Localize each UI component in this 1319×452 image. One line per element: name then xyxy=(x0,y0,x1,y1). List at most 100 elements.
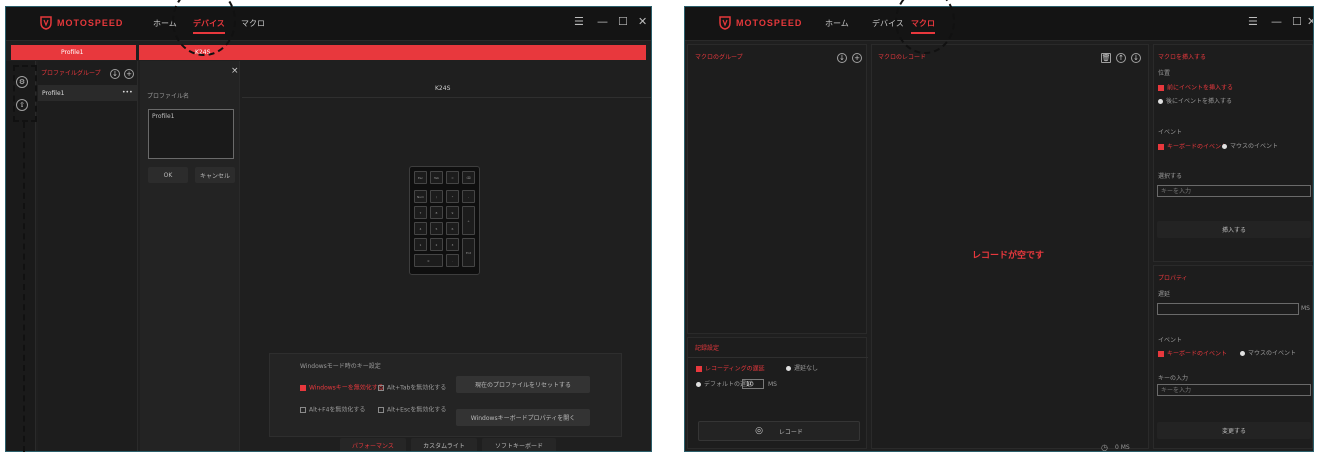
key[interactable]: 3 xyxy=(446,238,459,251)
option-alt-f4[interactable]: Alt+F4を無効化する xyxy=(300,407,365,414)
more-icon[interactable]: ••• xyxy=(122,90,133,96)
nav-home[interactable]: ホーム xyxy=(825,18,849,29)
no-delay-option[interactable]: 遅延なし xyxy=(786,366,818,372)
keyboard-event-option[interactable]: キーボードのイベント xyxy=(1158,144,1227,151)
option-alt-tab[interactable]: Alt+Tabを無効化する xyxy=(378,385,446,392)
delete-icon[interactable]: 🗑 xyxy=(1101,53,1111,63)
key-input[interactable]: キーを入力 xyxy=(1157,185,1311,197)
property-title: プロパティ xyxy=(1158,275,1188,282)
key-input-label: キーの入力 xyxy=(1158,375,1189,382)
app-logo: MOTOSPEED xyxy=(719,16,802,30)
record-delay-option[interactable]: レコーディングの遅延 xyxy=(696,366,765,373)
default-delay-input[interactable]: 10 xyxy=(742,379,764,389)
add-profile-icon[interactable]: + xyxy=(124,69,134,79)
minimize-icon[interactable]: — xyxy=(1271,16,1282,27)
radio-icon[interactable] xyxy=(1158,99,1163,104)
tab-performance[interactable]: パフォーマンス xyxy=(340,438,406,451)
key[interactable]: + xyxy=(462,206,475,235)
time-value: 0 MS xyxy=(1115,444,1130,451)
position-label: 位置 xyxy=(1158,70,1171,77)
default-delay-unit: MS xyxy=(768,381,777,388)
insert-before-option[interactable]: 前にイベントを挿入する xyxy=(1158,85,1233,92)
profile-list-item[interactable]: Profile1 ••• xyxy=(38,85,138,101)
macro-group-label: マクロのグループ xyxy=(695,54,743,61)
key[interactable]: Tab xyxy=(430,171,443,184)
delay-input[interactable] xyxy=(1157,303,1299,315)
tab-soft-keyboard[interactable]: ソフトキーボード xyxy=(482,438,556,451)
key[interactable]: 4 xyxy=(414,222,427,235)
option-alt-esc[interactable]: Alt+Escを無効化する xyxy=(378,407,446,414)
key[interactable]: 6 xyxy=(446,222,459,235)
option-windows-key[interactable]: Windowsキーを無効化する xyxy=(300,385,384,392)
property-mouse-option[interactable]: マウスのイベント xyxy=(1240,351,1296,357)
clock-icon: ◷ xyxy=(1101,443,1108,452)
key[interactable]: . xyxy=(446,254,459,267)
option-label: 後にイベントを挿入する xyxy=(1166,98,1233,105)
close-icon[interactable]: ✕ xyxy=(1307,16,1313,27)
import-icon[interactable]: ↓ xyxy=(110,69,120,79)
checkbox-icon[interactable] xyxy=(300,385,306,391)
property-keyboard-option[interactable]: キーボードのイベント xyxy=(1158,351,1227,358)
key[interactable]: 9 xyxy=(446,206,459,219)
reset-profile-button[interactable]: 現在のプロファイルをリセットする xyxy=(456,376,590,393)
ok-button[interactable]: OK xyxy=(148,167,188,183)
key[interactable]: 0 xyxy=(414,254,443,267)
insert-after-option[interactable]: 後にイベントを挿入する xyxy=(1158,99,1232,105)
key[interactable]: 1 xyxy=(414,238,427,251)
key[interactable]: Esc xyxy=(414,171,427,184)
nav-macro[interactable]: マクロ xyxy=(241,18,265,29)
option-label: キーボードのイベント xyxy=(1167,143,1228,151)
checkbox-icon[interactable] xyxy=(378,407,384,413)
app-name: MOTOSPEED xyxy=(57,18,124,28)
radio-icon[interactable] xyxy=(1222,144,1227,149)
save-button[interactable]: 変更する xyxy=(1157,422,1311,439)
import-icon[interactable]: ↓ xyxy=(1131,53,1141,63)
checkbox-icon[interactable] xyxy=(300,407,306,413)
option-label: マウスのイベント xyxy=(1230,143,1279,150)
mouse-event-option[interactable]: マウスのイベント xyxy=(1222,144,1278,150)
rename-label: プロファイル名 xyxy=(147,93,190,100)
checkbox-icon[interactable] xyxy=(1158,351,1164,357)
checkbox-icon[interactable] xyxy=(378,385,384,391)
tab-profile[interactable]: Profile1 xyxy=(11,45,136,60)
macro-group-panel: マクロのグループ ↓ + xyxy=(687,44,867,334)
record-label: マクロのレコード xyxy=(878,54,927,61)
insert-button[interactable]: 挿入する xyxy=(1157,221,1311,238)
profile-item-label: Profile1 xyxy=(42,90,65,97)
key[interactable]: 8 xyxy=(430,206,443,219)
import-icon[interactable]: ↓ xyxy=(837,53,847,63)
export-icon[interactable]: ↑ xyxy=(1116,53,1126,63)
windows-options-box: Windowsモード時のキー設定 Windowsキーを無効化する Alt+Tab… xyxy=(269,353,622,437)
add-group-icon[interactable]: + xyxy=(852,53,862,63)
rename-close-icon[interactable]: × xyxy=(231,67,239,76)
record-button[interactable]: ◎ レコード xyxy=(698,421,860,441)
key[interactable]: - xyxy=(462,190,475,203)
property-key-input[interactable]: キーを入力 xyxy=(1157,384,1311,396)
key[interactable]: = xyxy=(446,171,459,184)
key[interactable]: / xyxy=(430,190,443,203)
windows-keyboard-properties-button[interactable]: Windowsキーボードプロパティを開く xyxy=(456,409,590,426)
checkbox-icon[interactable] xyxy=(1158,144,1164,150)
key[interactable]: 7 xyxy=(414,206,427,219)
cancel-button[interactable]: キャンセル xyxy=(195,167,235,183)
key[interactable]: 5 xyxy=(430,222,443,235)
key[interactable]: 2 xyxy=(430,238,443,251)
close-icon[interactable]: ✕ xyxy=(638,16,647,27)
option-label: レコーディングの遅延 xyxy=(705,365,765,373)
minimize-icon[interactable]: — xyxy=(597,16,608,27)
maximize-icon[interactable]: ☐ xyxy=(1292,16,1302,27)
key[interactable]: Num xyxy=(414,190,427,203)
key[interactable]: ⌫ xyxy=(462,171,475,184)
menu-icon[interactable]: ☰ xyxy=(574,16,584,27)
radio-icon[interactable] xyxy=(1240,351,1245,356)
radio-icon[interactable] xyxy=(696,382,701,387)
key[interactable]: * xyxy=(446,190,459,203)
profile-name-input[interactable]: Profile1 xyxy=(148,109,234,159)
key[interactable]: Ent xyxy=(462,238,475,267)
checkbox-icon[interactable] xyxy=(696,366,702,372)
radio-icon[interactable] xyxy=(786,366,791,371)
maximize-icon[interactable]: ☐ xyxy=(618,16,628,27)
menu-icon[interactable]: ☰ xyxy=(1248,16,1258,27)
checkbox-icon[interactable] xyxy=(1158,85,1164,91)
tab-custom-light[interactable]: カスタムライト xyxy=(411,438,477,451)
